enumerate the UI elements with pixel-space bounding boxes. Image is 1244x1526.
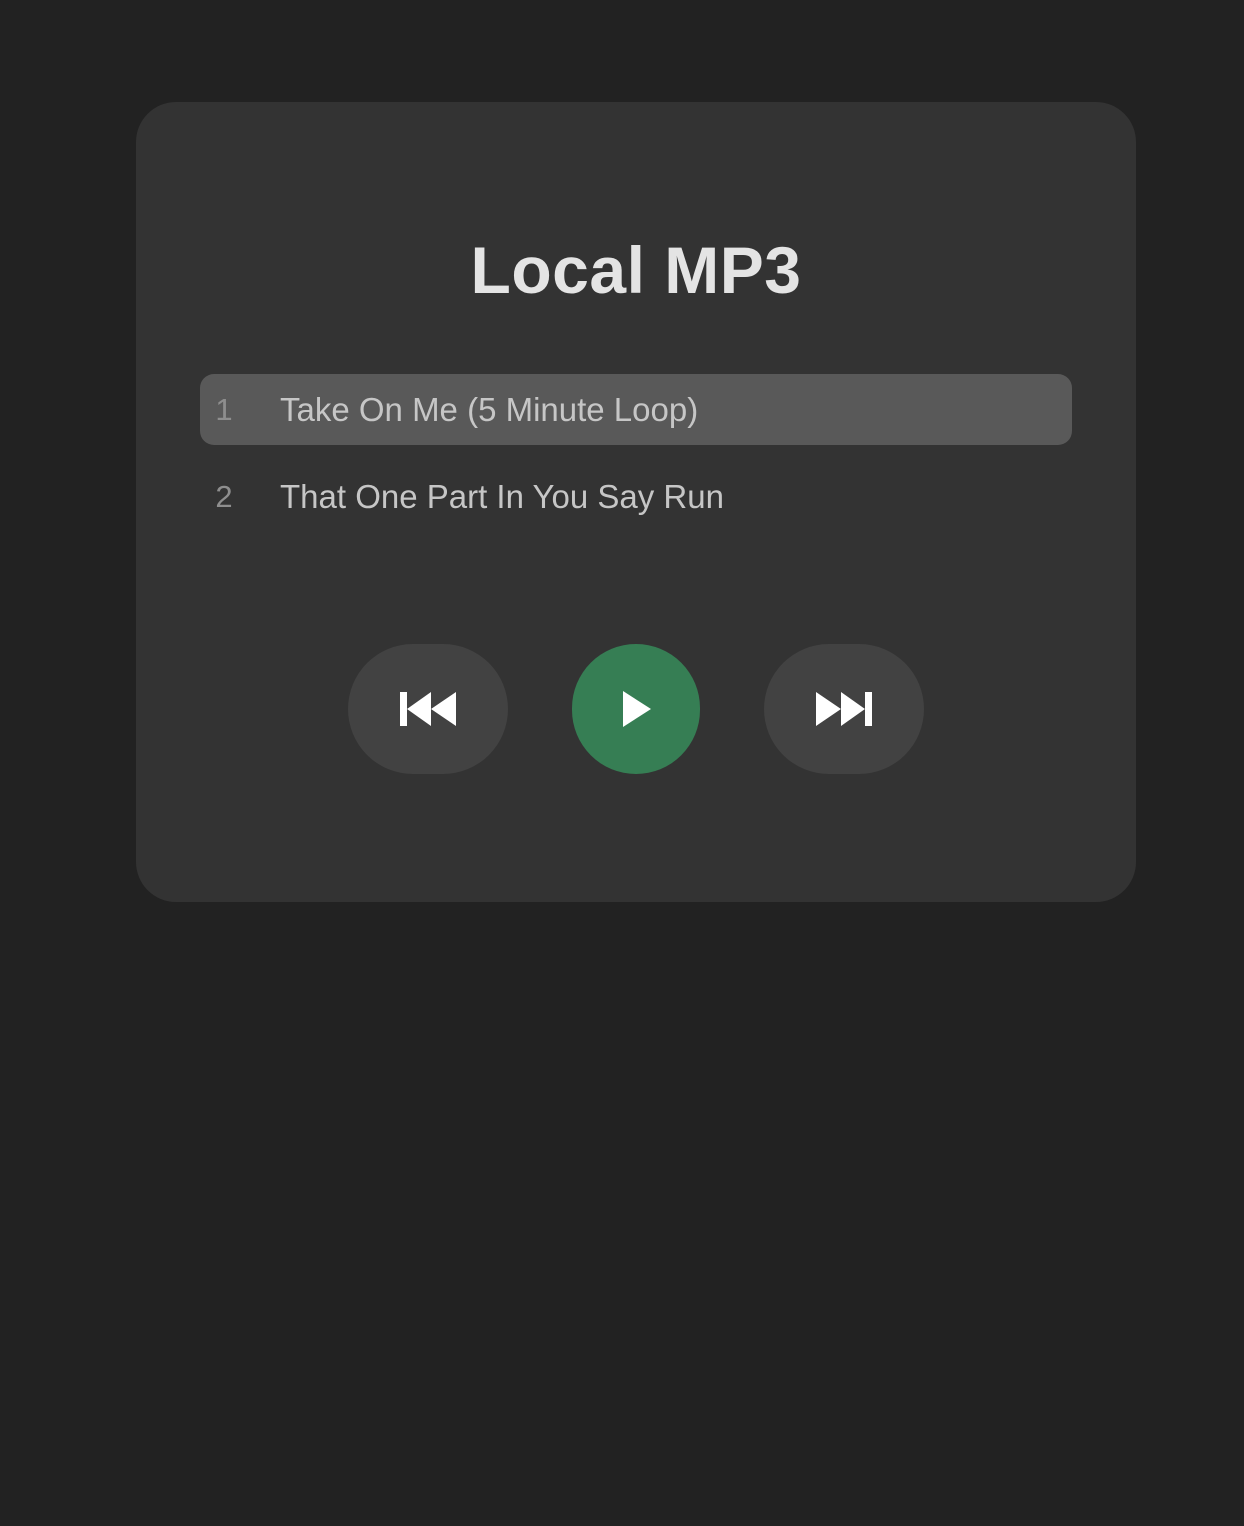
next-button[interactable] bbox=[764, 644, 924, 774]
track-title: That One Part In You Say Run bbox=[280, 478, 724, 515]
track-item-2[interactable]: 2 That One Part In You Say Run bbox=[200, 461, 1072, 532]
track-title: Take On Me (5 Minute Loop) bbox=[280, 391, 699, 428]
skip-previous-icon bbox=[400, 692, 456, 726]
track-list: 1 Take On Me (5 Minute Loop) 2 That One … bbox=[200, 374, 1072, 548]
previous-button[interactable] bbox=[348, 644, 508, 774]
page-title: Local MP3 bbox=[470, 233, 802, 307]
play-button[interactable] bbox=[572, 644, 700, 774]
skip-next-icon bbox=[816, 692, 872, 726]
track-number: 2 bbox=[215, 479, 233, 514]
play-icon bbox=[621, 691, 651, 727]
playback-controls bbox=[0, 644, 1244, 774]
track-item-1[interactable]: 1 Take On Me (5 Minute Loop) bbox=[200, 374, 1072, 445]
track-number: 1 bbox=[215, 392, 233, 427]
